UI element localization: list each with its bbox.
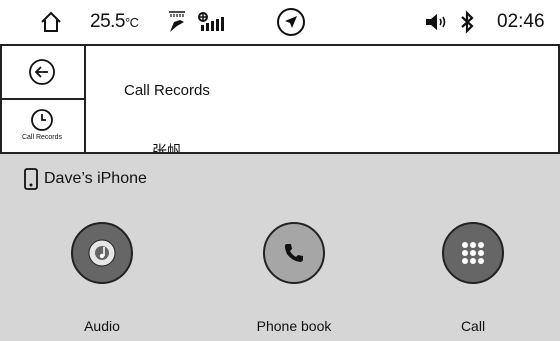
temperature-readout: 25.5 °C bbox=[90, 0, 139, 44]
device-header: Dave’s iPhone bbox=[24, 168, 147, 190]
navigation-arrow-icon[interactable] bbox=[276, 0, 306, 44]
bluetooth-icon[interactable] bbox=[459, 0, 475, 44]
phone-handset-icon bbox=[285, 244, 303, 262]
call-records-panel: Call Records 张帆 bbox=[86, 46, 560, 152]
home-icon[interactable] bbox=[40, 0, 62, 44]
phone-book-button[interactable]: Phone book bbox=[234, 222, 354, 334]
back-button[interactable] bbox=[0, 46, 84, 100]
speaker-volume-icon[interactable] bbox=[424, 0, 450, 44]
status-bar: 25.5 °C 02:46 bbox=[0, 0, 560, 46]
device-panel: Dave’s iPhone Audio Phone book Call bbox=[0, 152, 560, 341]
audio-circle[interactable] bbox=[71, 222, 133, 284]
phone-book-label: Phone book bbox=[256, 318, 332, 334]
phone-icon bbox=[24, 168, 38, 190]
call-button[interactable]: Call bbox=[413, 222, 533, 334]
call-record-entry[interactable]: 张帆 bbox=[152, 140, 182, 152]
call-records-tab[interactable]: Call Records bbox=[0, 102, 84, 152]
temperature-unit: °C bbox=[124, 14, 139, 30]
phone-book-circle[interactable] bbox=[263, 222, 325, 284]
page-title: Call Records bbox=[124, 82, 210, 99]
keypad-icon bbox=[462, 242, 484, 264]
clock-icon bbox=[31, 109, 53, 131]
audio-label: Audio bbox=[84, 318, 120, 334]
back-arrow-icon bbox=[29, 59, 55, 85]
fan-seat-icon[interactable] bbox=[166, 0, 188, 44]
call-label: Call bbox=[460, 318, 486, 334]
fan-speed-icon[interactable] bbox=[197, 0, 231, 44]
temperature-value: 25.5 bbox=[90, 11, 125, 32]
device-name: Dave’s iPhone bbox=[44, 170, 147, 187]
call-records-tab-label: Call Records bbox=[21, 134, 63, 141]
audio-button[interactable]: Audio bbox=[42, 222, 162, 334]
call-circle[interactable] bbox=[442, 222, 504, 284]
music-disc-icon bbox=[88, 239, 116, 267]
clock-time: 02:46 bbox=[497, 11, 545, 32]
left-nav: Call Records bbox=[0, 46, 86, 152]
